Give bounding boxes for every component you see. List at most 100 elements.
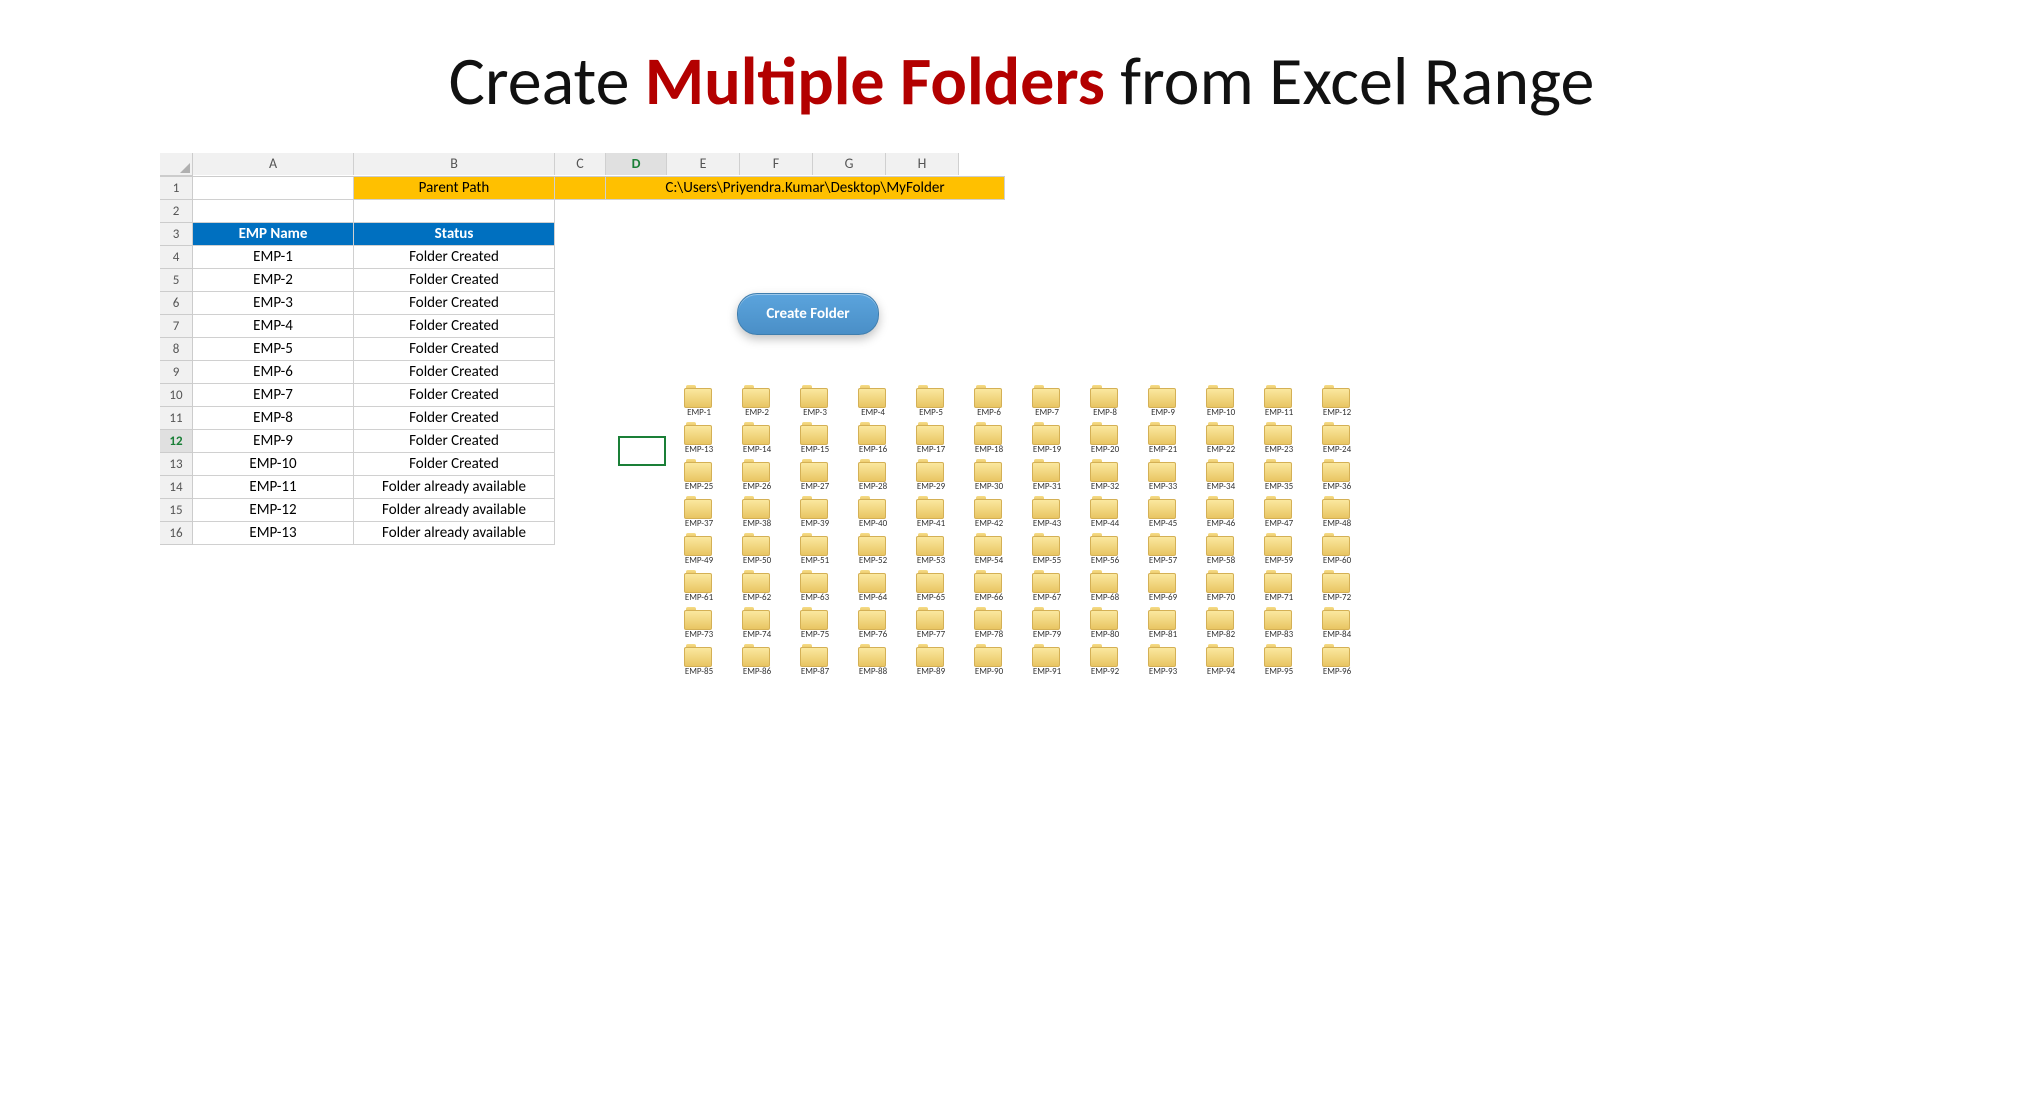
folder-item[interactable]: EMP-62 — [728, 568, 786, 603]
status-cell[interactable]: Folder Created — [354, 315, 555, 338]
folder-item[interactable]: EMP-50 — [728, 531, 786, 566]
folder-item[interactable]: EMP-73 — [670, 605, 728, 640]
folder-item[interactable]: EMP-60 — [1308, 531, 1366, 566]
folder-item[interactable]: EMP-59 — [1250, 531, 1308, 566]
folder-item[interactable]: EMP-61 — [670, 568, 728, 603]
emp-name-cell[interactable]: EMP-8 — [193, 407, 354, 430]
folder-item[interactable]: EMP-8 — [1076, 383, 1134, 418]
folder-item[interactable]: EMP-38 — [728, 494, 786, 529]
folder-item[interactable]: EMP-49 — [670, 531, 728, 566]
parent-path-value-cell[interactable]: C:\Users\Priyendra.Kumar\Desktop\MyFolde… — [606, 177, 1005, 200]
folder-item[interactable]: EMP-48 — [1308, 494, 1366, 529]
folder-item[interactable]: EMP-36 — [1308, 457, 1366, 492]
folder-item[interactable]: EMP-52 — [844, 531, 902, 566]
folder-item[interactable]: EMP-81 — [1134, 605, 1192, 640]
folder-item[interactable]: EMP-64 — [844, 568, 902, 603]
folder-item[interactable]: EMP-40 — [844, 494, 902, 529]
folder-item[interactable]: EMP-82 — [1192, 605, 1250, 640]
folder-item[interactable]: EMP-95 — [1250, 642, 1308, 677]
status-cell[interactable]: Folder Created — [354, 246, 555, 269]
row-header-6[interactable]: 6 — [160, 292, 193, 315]
row-header-11[interactable]: 11 — [160, 407, 193, 430]
emp-name-cell[interactable]: EMP-6 — [193, 361, 354, 384]
status-cell[interactable]: Folder already available — [354, 476, 555, 499]
folder-item[interactable]: EMP-28 — [844, 457, 902, 492]
folder-item[interactable]: EMP-86 — [728, 642, 786, 677]
emp-name-cell[interactable]: EMP-11 — [193, 476, 354, 499]
row-header-9[interactable]: 9 — [160, 361, 193, 384]
folder-item[interactable]: EMP-69 — [1134, 568, 1192, 603]
emp-name-cell[interactable]: EMP-9 — [193, 430, 354, 453]
folder-item[interactable]: EMP-20 — [1076, 420, 1134, 455]
cell[interactable] — [555, 177, 606, 200]
folder-item[interactable]: EMP-74 — [728, 605, 786, 640]
status-cell[interactable]: Folder Created — [354, 338, 555, 361]
row-header-15[interactable]: 15 — [160, 499, 193, 522]
folder-item[interactable]: EMP-46 — [1192, 494, 1250, 529]
folder-item[interactable]: EMP-84 — [1308, 605, 1366, 640]
emp-name-cell[interactable]: EMP-12 — [193, 499, 354, 522]
folder-item[interactable]: EMP-3 — [786, 383, 844, 418]
status-cell[interactable]: Folder Created — [354, 269, 555, 292]
folder-item[interactable]: EMP-9 — [1134, 383, 1192, 418]
cell[interactable] — [354, 200, 555, 223]
folder-item[interactable]: EMP-37 — [670, 494, 728, 529]
status-cell[interactable]: Folder Created — [354, 453, 555, 476]
emp-name-header[interactable]: EMP Name — [193, 223, 354, 246]
folder-item[interactable]: EMP-55 — [1018, 531, 1076, 566]
row-header-2[interactable]: 2 — [160, 200, 193, 223]
folder-item[interactable]: EMP-47 — [1250, 494, 1308, 529]
emp-name-cell[interactable]: EMP-4 — [193, 315, 354, 338]
folder-item[interactable]: EMP-6 — [960, 383, 1018, 418]
folder-item[interactable]: EMP-42 — [960, 494, 1018, 529]
folder-item[interactable]: EMP-91 — [1018, 642, 1076, 677]
folder-item[interactable]: EMP-27 — [786, 457, 844, 492]
folder-item[interactable]: EMP-2 — [728, 383, 786, 418]
folder-item[interactable]: EMP-21 — [1134, 420, 1192, 455]
folder-item[interactable]: EMP-68 — [1076, 568, 1134, 603]
folder-item[interactable]: EMP-56 — [1076, 531, 1134, 566]
folder-item[interactable]: EMP-29 — [902, 457, 960, 492]
emp-name-cell[interactable]: EMP-3 — [193, 292, 354, 315]
row-header-10[interactable]: 10 — [160, 384, 193, 407]
folder-item[interactable]: EMP-88 — [844, 642, 902, 677]
folder-item[interactable]: EMP-32 — [1076, 457, 1134, 492]
folder-item[interactable]: EMP-43 — [1018, 494, 1076, 529]
folder-item[interactable]: EMP-67 — [1018, 568, 1076, 603]
folder-item[interactable]: EMP-18 — [960, 420, 1018, 455]
folder-item[interactable]: EMP-19 — [1018, 420, 1076, 455]
row-header-16[interactable]: 16 — [160, 522, 193, 545]
folder-item[interactable]: EMP-7 — [1018, 383, 1076, 418]
folder-item[interactable]: EMP-34 — [1192, 457, 1250, 492]
folder-item[interactable]: EMP-25 — [670, 457, 728, 492]
select-all-triangle[interactable] — [160, 153, 193, 176]
folder-item[interactable]: EMP-41 — [902, 494, 960, 529]
status-cell[interactable]: Folder Created — [354, 430, 555, 453]
row-header-5[interactable]: 5 — [160, 269, 193, 292]
row-header-14[interactable]: 14 — [160, 476, 193, 499]
column-header-H[interactable]: H — [886, 153, 959, 175]
folder-item[interactable]: EMP-76 — [844, 605, 902, 640]
status-cell[interactable]: Folder Created — [354, 361, 555, 384]
folder-item[interactable]: EMP-30 — [960, 457, 1018, 492]
folder-item[interactable]: EMP-12 — [1308, 383, 1366, 418]
column-header-G[interactable]: G — [813, 153, 886, 175]
folder-item[interactable]: EMP-51 — [786, 531, 844, 566]
folder-item[interactable]: EMP-89 — [902, 642, 960, 677]
emp-name-cell[interactable]: EMP-10 — [193, 453, 354, 476]
folder-item[interactable]: EMP-14 — [728, 420, 786, 455]
row-header-4[interactable]: 4 — [160, 246, 193, 269]
folder-item[interactable]: EMP-71 — [1250, 568, 1308, 603]
column-header-E[interactable]: E — [667, 153, 740, 175]
row-header-1[interactable]: 1 — [160, 177, 193, 200]
status-header[interactable]: Status — [354, 223, 555, 246]
folder-item[interactable]: EMP-10 — [1192, 383, 1250, 418]
folder-item[interactable]: EMP-24 — [1308, 420, 1366, 455]
folder-item[interactable]: EMP-5 — [902, 383, 960, 418]
folder-item[interactable]: EMP-11 — [1250, 383, 1308, 418]
folder-item[interactable]: EMP-90 — [960, 642, 1018, 677]
folder-item[interactable]: EMP-35 — [1250, 457, 1308, 492]
folder-item[interactable]: EMP-77 — [902, 605, 960, 640]
folder-item[interactable]: EMP-78 — [960, 605, 1018, 640]
folder-item[interactable]: EMP-72 — [1308, 568, 1366, 603]
